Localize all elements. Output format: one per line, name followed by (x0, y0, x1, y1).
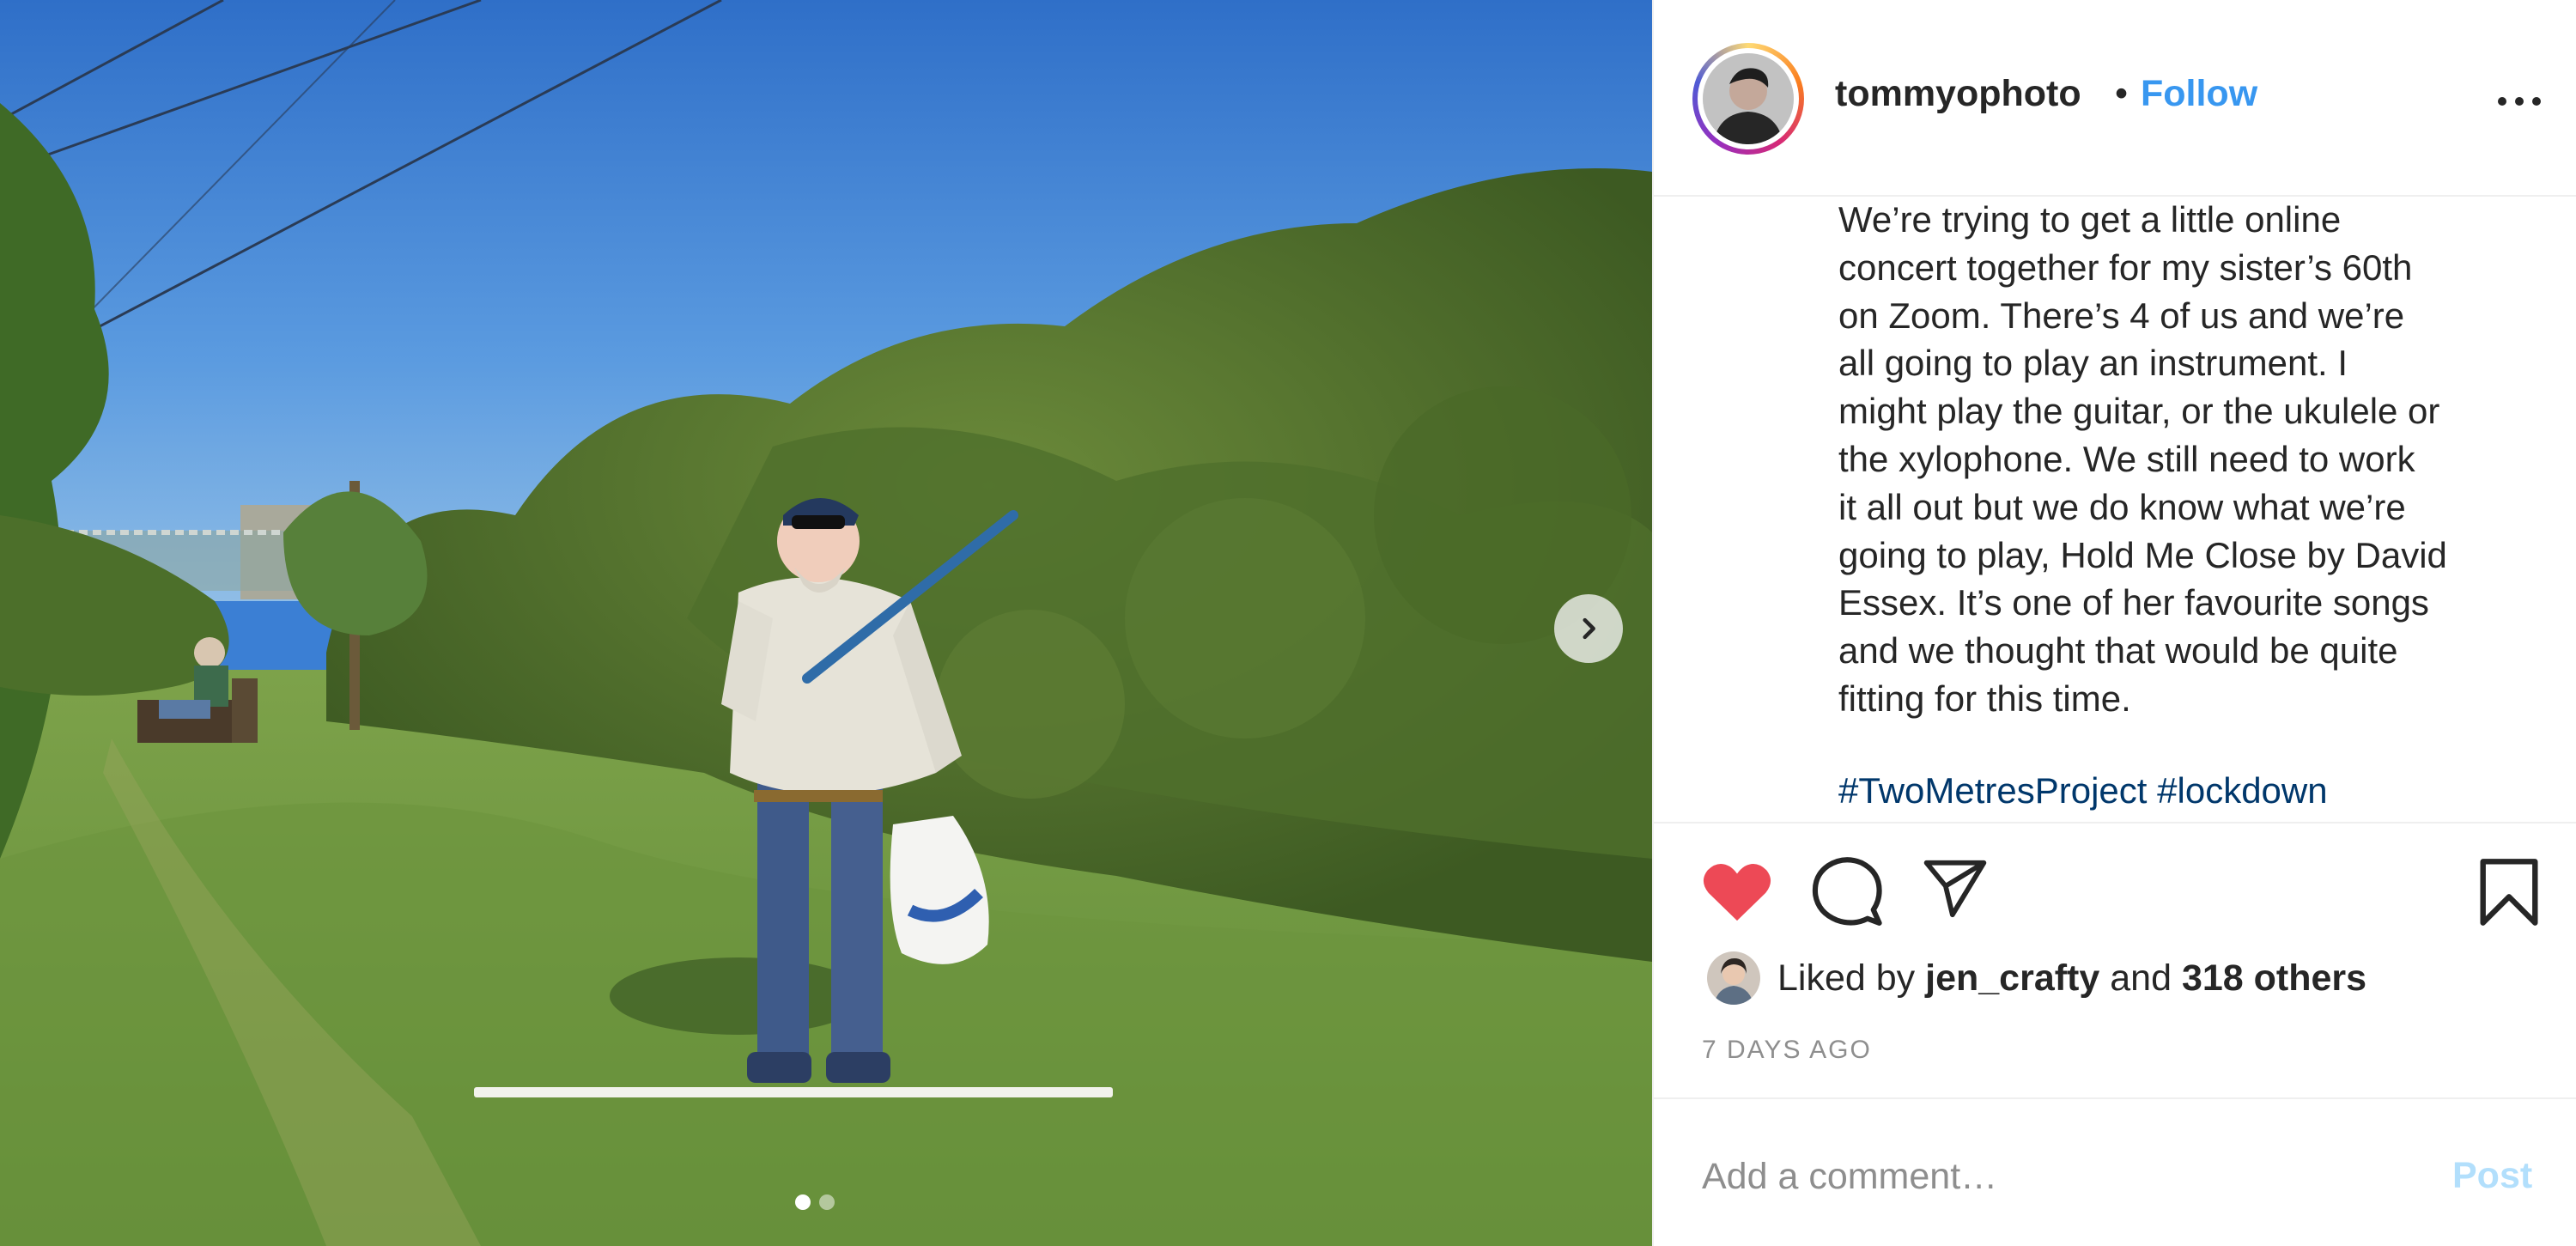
comment-icon[interactable] (1812, 857, 1882, 927)
bookmark-icon[interactable] (2478, 857, 2540, 927)
others-likes-link[interactable]: 318 others (2182, 957, 2366, 999)
chevron-right-icon (1583, 617, 1595, 640)
heart-filled-icon[interactable] (1702, 859, 1772, 924)
carousel-dot-1[interactable] (795, 1194, 811, 1210)
paper-plane-icon[interactable] (1922, 859, 1989, 919)
post-caption: We’re trying to get a little online conc… (1838, 199, 2447, 719)
likes-conjunction: and (2110, 957, 2172, 999)
profile-avatar[interactable] (1692, 43, 1804, 155)
likes-text: Liked by jen_crafty and 318 others (1777, 957, 2366, 1000)
divider (1654, 1097, 2576, 1099)
caption-hashtags: #TwoMetresProject #lockdown (1838, 770, 2328, 811)
avatar-image (1703, 53, 1794, 144)
photo-scene (0, 0, 1652, 1246)
liker-avatar[interactable] (1707, 951, 1760, 1005)
likes-prefix: Liked by (1777, 957, 1916, 999)
more-horizontal-icon[interactable] (2494, 84, 2545, 119)
username-link[interactable]: tommyophoto (1835, 73, 2081, 115)
post-header: tommyophoto • Follow (1654, 0, 2576, 197)
hashtag-link[interactable]: #TwoMetresProject (1838, 770, 2147, 811)
follow-button[interactable]: Follow (2141, 73, 2257, 115)
likes-summary: Liked by jen_crafty and 318 others (1707, 951, 2366, 1006)
liker-username-link[interactable]: jen_crafty (1925, 957, 2099, 999)
post-timestamp[interactable]: 7 DAYS AGO (1702, 1036, 1872, 1065)
carousel-indicator (795, 1194, 835, 1210)
post-comment-button[interactable]: Post (2452, 1155, 2532, 1197)
carousel-dot-2[interactable] (819, 1194, 835, 1210)
hashtag-link[interactable]: #lockdown (2157, 770, 2327, 811)
carousel-next-button[interactable] (1554, 594, 1623, 663)
post-side-panel: tommyophoto • Follow We’re trying to get… (1652, 0, 2576, 1246)
add-comment-input[interactable] (1702, 1151, 2423, 1202)
divider (1654, 822, 2576, 824)
post-photo[interactable] (0, 0, 1652, 1246)
header-separator: • (2115, 73, 2129, 114)
